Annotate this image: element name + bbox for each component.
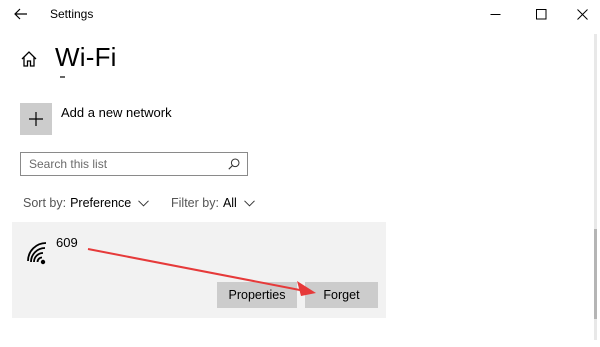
sort-dropdown[interactable]: Sort by: Preference bbox=[23, 196, 150, 210]
maximize-icon bbox=[536, 8, 547, 19]
scrollbar[interactable] bbox=[594, 34, 597, 340]
home-icon bbox=[21, 51, 37, 67]
settings-window: Settings Wi-Fi Add a new network Search … bbox=[0, 0, 600, 347]
page-title: Wi-Fi bbox=[55, 42, 117, 72]
search-icon-button[interactable] bbox=[227, 157, 241, 171]
sort-label: Sort by: bbox=[23, 196, 67, 210]
network-name: 609 bbox=[56, 235, 78, 250]
plus-icon bbox=[29, 112, 43, 126]
chevron-down-icon bbox=[138, 199, 150, 207]
filter-value: All bbox=[222, 196, 237, 210]
add-network-tile[interactable] bbox=[20, 103, 52, 135]
app-title: Settings bbox=[50, 7, 94, 21]
back-arrow-icon bbox=[14, 8, 27, 20]
sort-value: Preference bbox=[70, 196, 132, 210]
search-box[interactable] bbox=[20, 152, 248, 176]
home-button[interactable] bbox=[18, 48, 40, 70]
minimize-button[interactable] bbox=[473, 0, 518, 28]
scrollbar-thumb[interactable] bbox=[594, 229, 597, 319]
network-list-item[interactable]: 609 Properties Forget bbox=[12, 222, 386, 318]
forget-button[interactable]: Forget bbox=[305, 282, 378, 308]
add-network-label: Add a new network bbox=[61, 105, 172, 120]
minimize-icon bbox=[490, 13, 501, 15]
filter-dropdown[interactable]: Filter by: All bbox=[171, 196, 255, 210]
filter-label: Filter by: bbox=[171, 196, 219, 210]
divider bbox=[60, 76, 65, 78]
title-bar: Settings bbox=[0, 0, 600, 30]
chevron-down-icon bbox=[243, 199, 255, 207]
add-network-button[interactable]: Add a new network bbox=[20, 103, 172, 135]
close-icon bbox=[577, 8, 588, 20]
properties-button[interactable]: Properties bbox=[217, 282, 297, 308]
back-button[interactable] bbox=[10, 4, 32, 24]
search-input[interactable] bbox=[21, 153, 229, 175]
search-icon bbox=[228, 158, 240, 170]
close-button[interactable] bbox=[560, 0, 600, 28]
maximize-button[interactable] bbox=[519, 0, 564, 28]
wifi-signal-icon bbox=[27, 242, 47, 265]
